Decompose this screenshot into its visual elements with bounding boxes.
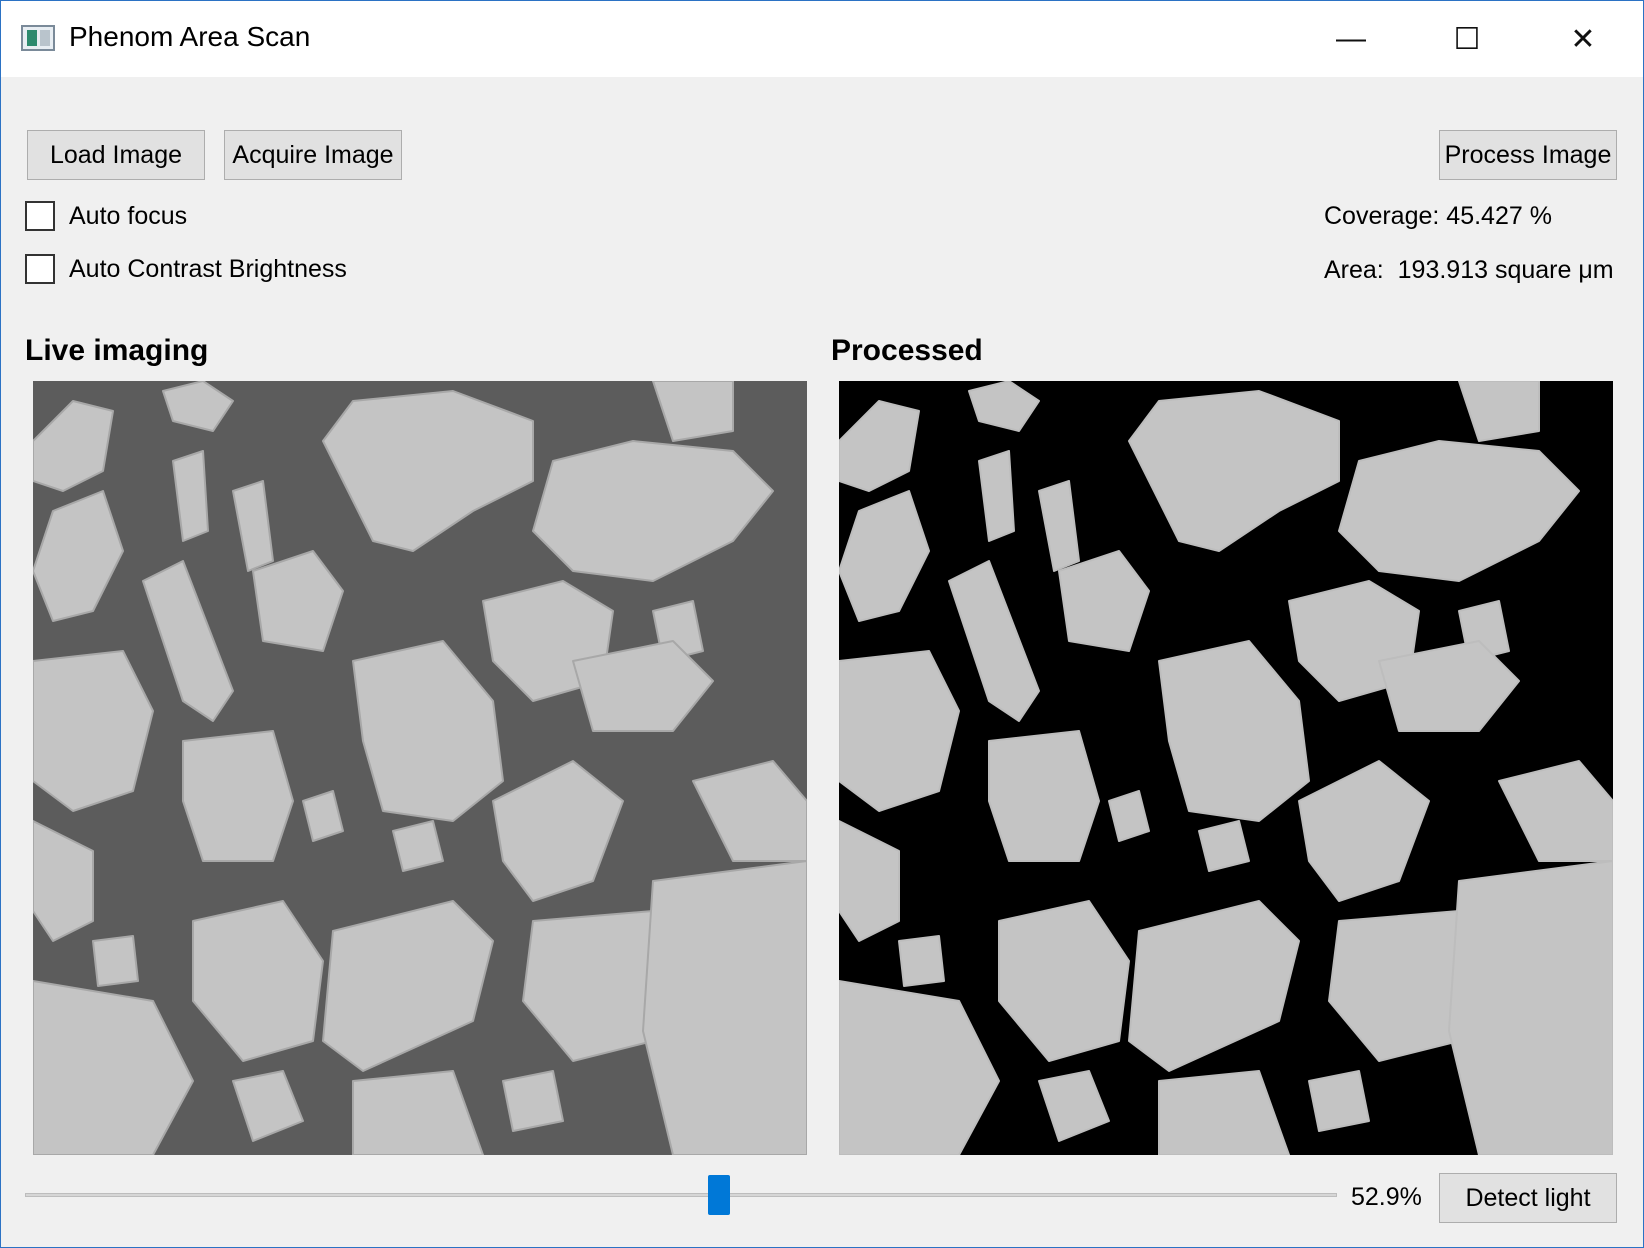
- particle: [33, 490, 124, 622]
- auto-contrast-option[interactable]: Auto Contrast Brightness: [25, 254, 347, 284]
- particle: [33, 820, 94, 942]
- particle: [692, 760, 807, 862]
- particle: [172, 450, 209, 542]
- process-image-button[interactable]: Process Image: [1439, 130, 1617, 180]
- coverage-readout: Coverage: 45.427 %: [1324, 202, 1552, 230]
- particle: [839, 820, 900, 942]
- auto-focus-label: Auto focus: [69, 201, 188, 230]
- load-image-button[interactable]: Load Image: [27, 130, 205, 180]
- processed-image-panel: [839, 381, 1613, 1155]
- particle: [968, 381, 1040, 432]
- particle: [839, 650, 960, 812]
- minimize-button[interactable]: —: [1301, 1, 1401, 77]
- particle: [839, 980, 1000, 1155]
- particle: [322, 390, 534, 552]
- particle: [1038, 1070, 1110, 1142]
- auto-focus-option[interactable]: Auto focus: [25, 201, 187, 231]
- particle: [1338, 440, 1580, 582]
- live-particles: [33, 381, 807, 1155]
- detect-light-button[interactable]: Detect light: [1439, 1173, 1617, 1223]
- auto-contrast-checkbox[interactable]: [25, 254, 55, 284]
- particle: [948, 560, 1040, 722]
- app-window: Phenom Area Scan — ☐ ✕ Load Image Acquir…: [0, 0, 1644, 1248]
- particle: [1158, 640, 1310, 822]
- auto-contrast-label: Auto Contrast Brightness: [69, 254, 347, 283]
- particle: [1298, 760, 1430, 902]
- live-image: [33, 381, 807, 1155]
- particle: [492, 760, 624, 902]
- particle: [302, 790, 344, 842]
- particle: [232, 480, 274, 572]
- particle: [33, 650, 154, 812]
- particle: [839, 490, 930, 622]
- particle: [182, 730, 294, 862]
- threshold-slider-track[interactable]: [25, 1193, 1337, 1197]
- particle: [33, 980, 194, 1155]
- minimize-icon: —: [1336, 22, 1366, 55]
- maximize-icon: ☐: [1453, 22, 1481, 56]
- particle: [1448, 860, 1613, 1155]
- auto-focus-checkbox[interactable]: [25, 201, 55, 231]
- particle: [392, 820, 444, 872]
- particle: [33, 400, 114, 492]
- threshold-value: 52.9%: [1351, 1183, 1422, 1211]
- acquire-image-button[interactable]: Acquire Image: [224, 130, 402, 180]
- particle: [192, 900, 324, 1062]
- particle: [1058, 550, 1150, 652]
- threshold-slider-handle[interactable]: [708, 1175, 731, 1215]
- particle: [322, 900, 494, 1072]
- particle: [898, 935, 945, 987]
- particle: [502, 1070, 564, 1132]
- particle: [1458, 381, 1540, 442]
- particle: [1198, 820, 1250, 872]
- particle: [652, 381, 734, 442]
- particle: [998, 900, 1130, 1062]
- particle: [1158, 1070, 1290, 1155]
- particle: [1498, 760, 1613, 862]
- particle: [142, 560, 234, 722]
- particle: [1128, 900, 1300, 1072]
- particle: [1038, 480, 1080, 572]
- close-icon: ✕: [1570, 22, 1596, 56]
- particle: [252, 550, 344, 652]
- particle: [352, 1070, 484, 1155]
- particle: [642, 860, 807, 1155]
- processed-particles: [839, 381, 1613, 1155]
- particle: [988, 730, 1100, 862]
- particle: [232, 1070, 304, 1142]
- particle: [352, 640, 504, 822]
- area-readout: Area: 193.913 square μm: [1324, 256, 1614, 284]
- processed-title: Processed: [831, 334, 983, 367]
- live-imaging-title: Live imaging: [25, 334, 209, 367]
- maximize-button[interactable]: ☐: [1417, 1, 1517, 77]
- particle: [92, 935, 139, 987]
- window-title: Phenom Area Scan: [69, 21, 311, 52]
- app-icon: [21, 25, 55, 51]
- particle: [1108, 790, 1150, 842]
- particle: [532, 440, 774, 582]
- particle: [1308, 1070, 1370, 1132]
- particle: [162, 381, 234, 432]
- particle: [1128, 390, 1340, 552]
- live-image-panel: [33, 381, 807, 1155]
- particle: [839, 400, 920, 492]
- processed-image: [839, 381, 1613, 1155]
- particle: [978, 450, 1015, 542]
- close-button[interactable]: ✕: [1533, 1, 1633, 77]
- title-bar: Phenom Area Scan — ☐ ✕: [1, 1, 1643, 77]
